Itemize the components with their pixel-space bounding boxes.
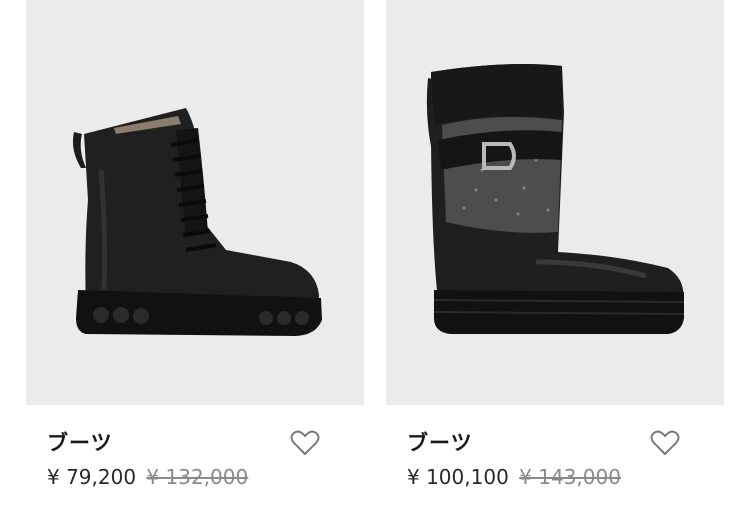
product-card[interactable]: ブーツ ¥ 79,200 ¥ 132,000 xyxy=(26,0,364,510)
product-name[interactable]: ブーツ xyxy=(407,427,473,457)
heart-outline-icon[interactable] xyxy=(290,429,320,457)
product-image[interactable] xyxy=(386,0,724,405)
price-row: ¥ 79,200 ¥ 132,000 xyxy=(47,465,248,489)
sale-price: ¥ 100,100 xyxy=(407,465,509,489)
original-price: ¥ 143,000 xyxy=(519,465,621,489)
platform-boot-image xyxy=(426,64,685,334)
combat-boot-image xyxy=(72,108,322,336)
product-grid: ブーツ ¥ 79,200 ¥ 132,000 ブーツ ¥ 100,100 ¥ 1… xyxy=(0,0,750,510)
product-name[interactable]: ブーツ xyxy=(47,427,113,457)
heart-outline-icon[interactable] xyxy=(650,429,680,457)
product-image[interactable] xyxy=(26,0,364,405)
original-price: ¥ 132,000 xyxy=(146,465,249,489)
price-row: ¥ 100,100 ¥ 143,000 xyxy=(407,465,621,489)
product-card[interactable]: ブーツ ¥ 100,100 ¥ 143,000 xyxy=(386,0,724,510)
sale-price: ¥ 79,200 xyxy=(47,465,137,489)
